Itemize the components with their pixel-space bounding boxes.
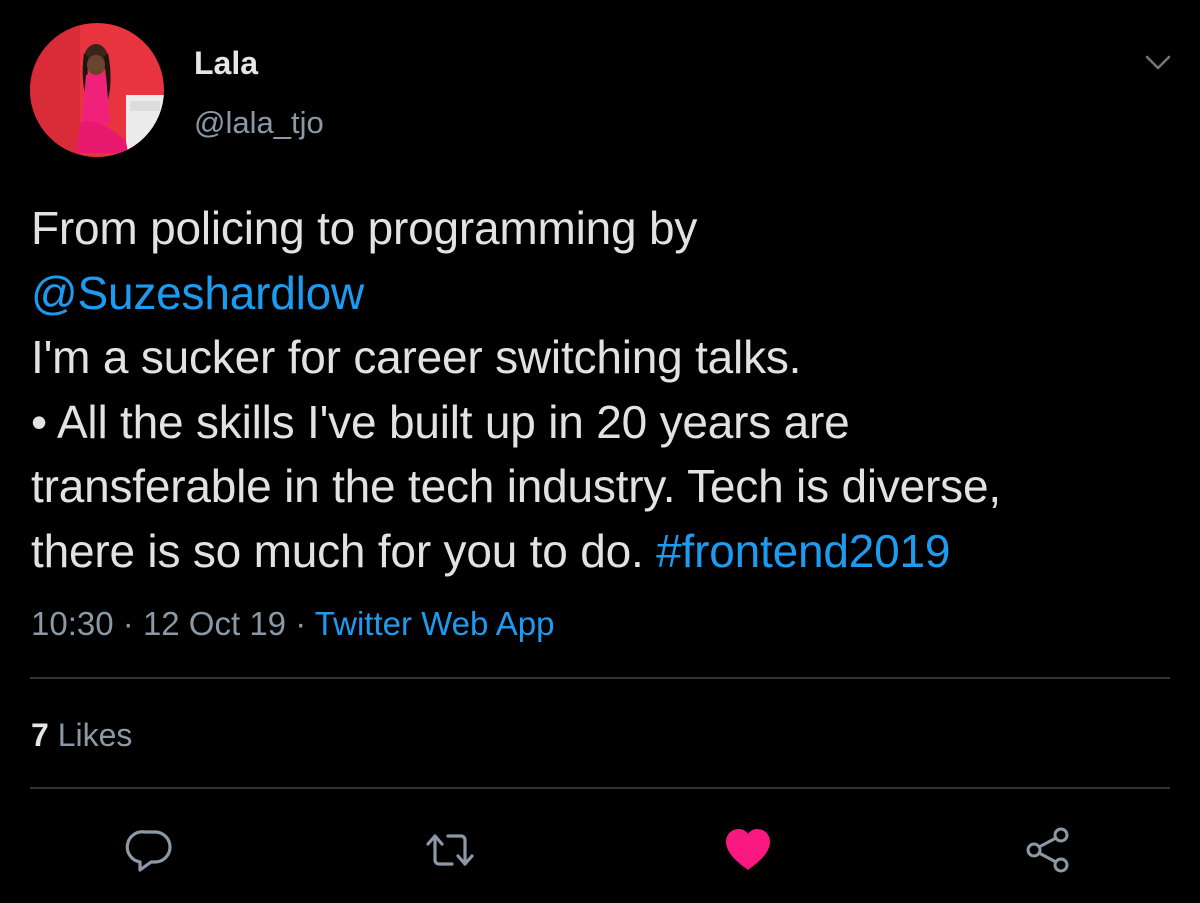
retweet-button[interactable] [422, 822, 478, 878]
divider [30, 787, 1170, 789]
likes-label: Likes [57, 717, 133, 753]
tweet-text-line: transferable in the tech industry. Tech … [31, 460, 1001, 512]
meta-separator: · [122, 605, 134, 642]
tweet-detail: Lala @lala_tjo From policing to programm… [0, 0, 1200, 903]
chevron-down-icon[interactable] [1143, 52, 1173, 74]
tweet-text-line: • All the skills I've built up in 20 yea… [31, 395, 850, 448]
hashtag-link[interactable]: #frontend2019 [656, 525, 950, 577]
likes-count: 7 [31, 717, 49, 753]
tweet-date[interactable]: 12 Oct 19 [143, 605, 286, 642]
tweet-text-line: From policing to programming by [31, 202, 698, 254]
author-handle[interactable]: @lala_tjo [194, 104, 324, 142]
tweet-meta: 10:30 · 12 Oct 19 · Twitter Web App [31, 602, 554, 646]
tweet-text: From policing to programming by @Suzesha… [31, 196, 1171, 583]
share-icon [1026, 827, 1069, 873]
reply-icon [125, 830, 172, 872]
tweet-time[interactable]: 10:30 [31, 605, 114, 642]
avatar-photo [30, 23, 164, 157]
tweet-text-line: there is so much for you to do. [31, 524, 657, 577]
mention-link[interactable]: @Suzeshardlow [31, 267, 364, 319]
meta-separator: · [295, 605, 307, 642]
likes-stat[interactable]: 7 Likes [31, 713, 132, 757]
avatar[interactable] [30, 23, 164, 157]
like-button[interactable] [720, 822, 776, 878]
retweet-icon [426, 834, 474, 866]
divider [30, 677, 1170, 679]
share-button[interactable] [1020, 822, 1076, 878]
reply-button[interactable] [122, 822, 178, 878]
tweet-text-line: I'm a sucker for career switching talks. [31, 331, 802, 383]
author-display-name[interactable]: Lala [194, 44, 258, 82]
heart-icon [726, 829, 770, 870]
tweet-source-link[interactable]: Twitter Web App [315, 605, 555, 642]
